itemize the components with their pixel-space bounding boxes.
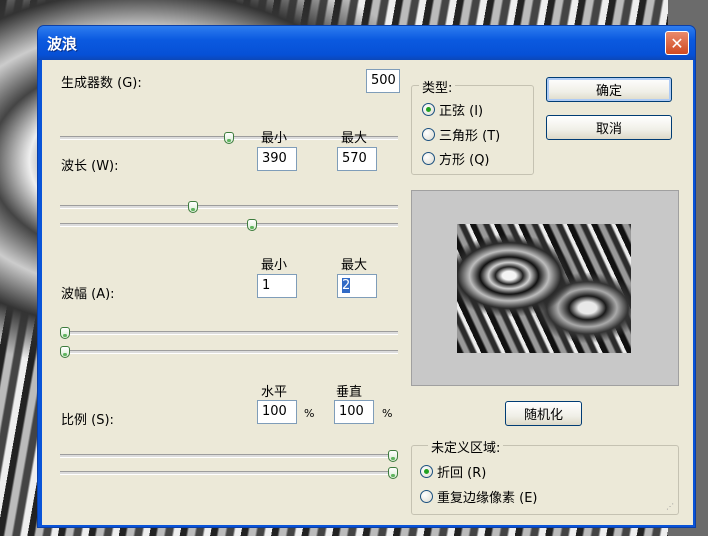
radio-square[interactable] — [422, 152, 435, 165]
dialog-title: 波浪 — [47, 35, 78, 53]
randomize-button-label: 随机化 — [523, 408, 563, 423]
type-option-sine-label: 正弦 (I) — [439, 104, 484, 119]
scale-vertical-slider-track[interactable] — [60, 471, 398, 475]
radio-wrap-around[interactable] — [420, 465, 433, 478]
scale-horizontal-slider-track[interactable] — [60, 454, 398, 458]
wavelength-max-slider-track[interactable] — [60, 223, 398, 227]
scale-vertical-header: 垂直 — [336, 385, 363, 400]
type-option-square[interactable]: 方形 (Q) — [422, 149, 490, 168]
title-bar[interactable]: 波浪 ✕ — [38, 26, 695, 60]
type-option-sine[interactable]: 正弦 (I) — [422, 100, 483, 119]
scale-vertical-slider-thumb[interactable] — [388, 467, 398, 479]
amplitude-min-input[interactable]: 1 — [257, 274, 297, 298]
scale-horizontal-slider-thumb[interactable] — [388, 450, 398, 462]
scale-horizontal-input[interactable]: 100 — [257, 400, 297, 424]
radio-sine[interactable] — [422, 103, 435, 116]
undefined-option-wrap-label: 折回 (R) — [437, 466, 487, 481]
amplitude-max-slider-thumb[interactable] — [60, 346, 70, 358]
wavelength-min-header: 最小 — [261, 131, 288, 146]
wavelength-max-input[interactable]: 570 — [337, 147, 377, 171]
ok-button[interactable]: 确定 — [546, 77, 672, 102]
cancel-button[interactable]: 取消 — [546, 115, 672, 140]
wavelength-min-slider-track[interactable] — [60, 205, 398, 209]
type-group-legend: 类型: — [419, 77, 456, 96]
wavelength-min-slider-thumb[interactable] — [187, 201, 198, 213]
wavelength-max-header: 最大 — [341, 131, 368, 146]
amplitude-max-header: 最大 — [341, 258, 368, 273]
type-option-square-label: 方形 (Q) — [439, 153, 490, 168]
dialog-client: 生成器数 (G): 500 最小 最大 波长 (W): 390 570 最小 最… — [42, 60, 693, 525]
amplitude-min-header: 最小 — [261, 258, 288, 273]
scale-label: 比例 (S): — [61, 413, 114, 428]
wavelength-min-input[interactable]: 390 — [257, 147, 297, 171]
radio-repeat-edge-pixels[interactable] — [420, 490, 433, 503]
wavelength-max-slider-thumb[interactable] — [246, 219, 257, 231]
undefined-option-repeat-label: 重复边缘像素 (E) — [437, 491, 538, 506]
type-option-triangle[interactable]: 三角形 (T) — [422, 125, 500, 144]
preview-image[interactable] — [457, 224, 631, 353]
amplitude-max-slider-track[interactable] — [60, 350, 398, 354]
wave-dialog: 波浪 ✕ 生成器数 (G): 500 最小 最大 波长 (W): 390 570… — [37, 25, 696, 528]
generators-input[interactable]: 500 — [366, 69, 400, 93]
scale-horizontal-header: 水平 — [261, 385, 288, 400]
scale-horizontal-percent: % — [304, 407, 315, 420]
scale-vertical-input[interactable]: 100 — [334, 400, 374, 424]
cancel-button-label: 取消 — [595, 122, 622, 137]
amplitude-label: 波幅 (A): — [61, 287, 115, 302]
close-button[interactable]: ✕ — [665, 31, 689, 55]
amplitude-max-input[interactable]: 2 — [337, 274, 377, 298]
ok-button-label: 确定 — [595, 84, 622, 99]
generators-label: 生成器数 (G): — [61, 76, 142, 91]
radio-triangle[interactable] — [422, 128, 435, 141]
amplitude-min-slider-thumb[interactable] — [60, 327, 70, 339]
undefined-option-repeat[interactable]: 重复边缘像素 (E) — [420, 487, 538, 506]
undefined-option-wrap[interactable]: 折回 (R) — [420, 462, 486, 481]
undefined-area-legend: 未定义区域: — [428, 437, 504, 456]
randomize-button[interactable]: 随机化 — [505, 401, 582, 426]
close-icon: ✕ — [670, 33, 684, 53]
resize-grip-icon: ⋰ — [666, 502, 674, 511]
scale-vertical-percent: % — [382, 407, 393, 420]
generators-slider-thumb[interactable] — [224, 132, 234, 144]
type-option-triangle-label: 三角形 (T) — [439, 129, 501, 144]
amplitude-min-slider-track[interactable] — [60, 331, 398, 335]
wavelength-label: 波长 (W): — [61, 159, 119, 174]
